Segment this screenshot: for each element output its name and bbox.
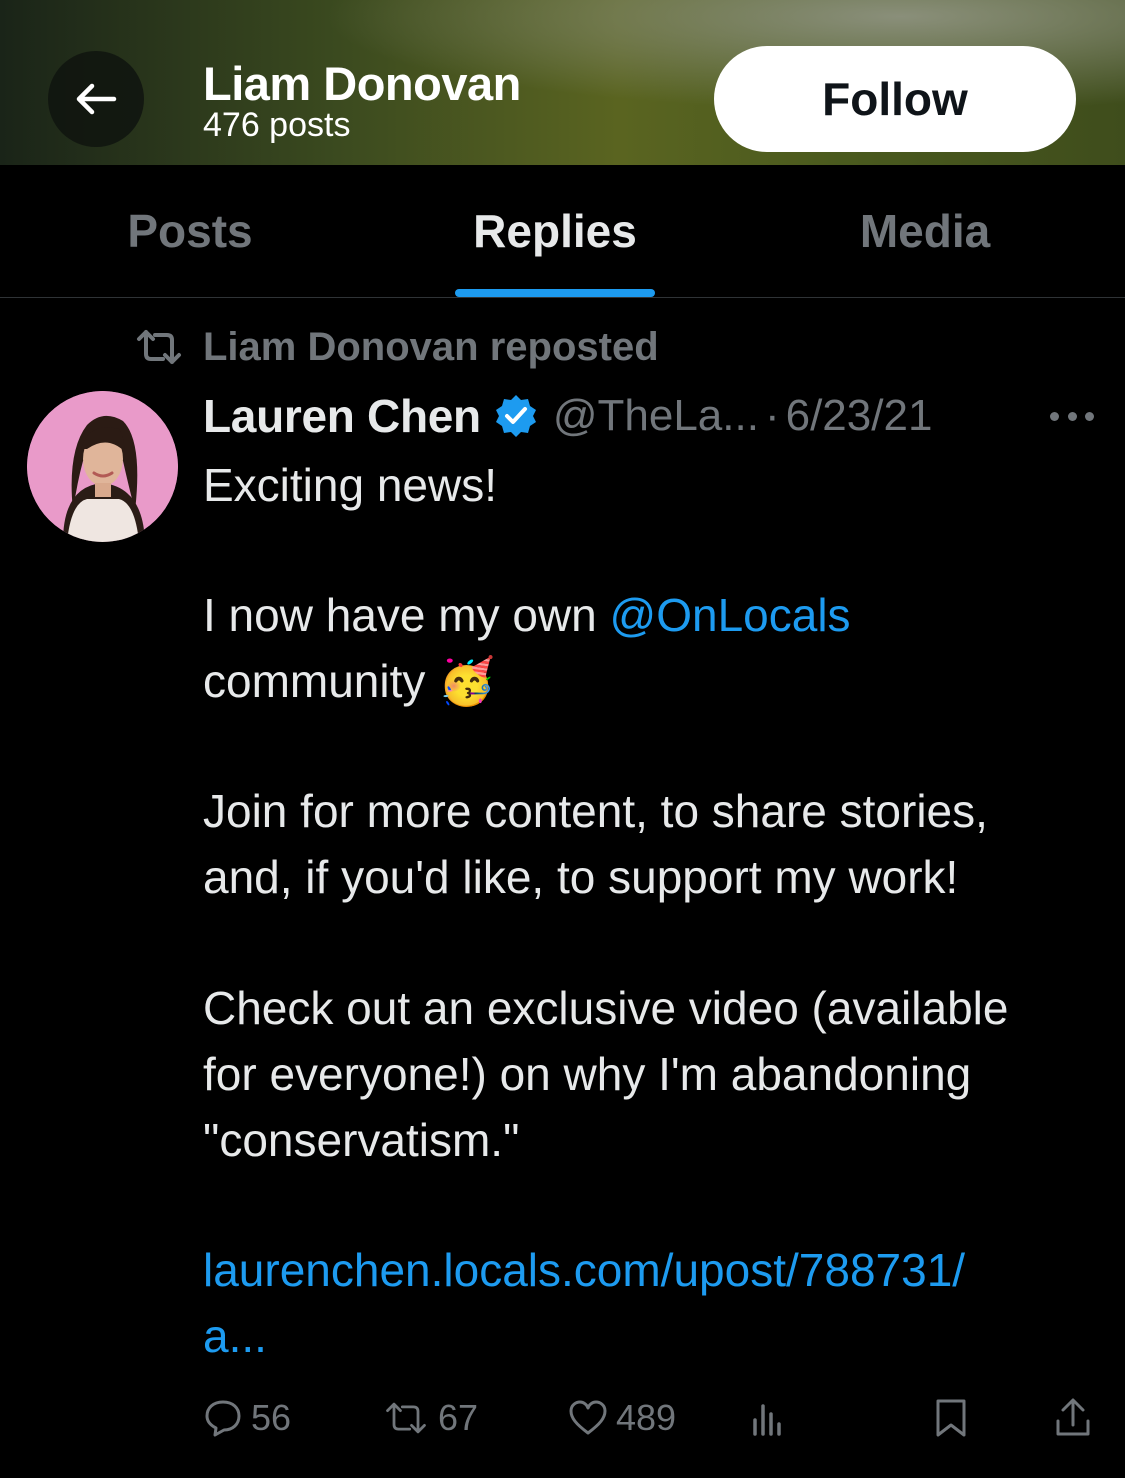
share-button[interactable] [1054, 1392, 1100, 1444]
reply-count: 56 [251, 1397, 292, 1438]
active-tab-indicator [455, 289, 655, 297]
repost-icon [386, 1402, 426, 1434]
back-button[interactable] [48, 51, 144, 147]
post-text-line: community 🥳 [203, 654, 495, 709]
post-text-line: and, if you'd like, to support my work! [203, 851, 959, 903]
post-text-line: I now have my own @OnLocals [203, 588, 851, 642]
reply-button[interactable]: 56 [203, 1392, 291, 1444]
post-actions: 56 67 489 [0, 1392, 1125, 1444]
like-icon [569, 1400, 607, 1435]
repost-count: 67 [438, 1397, 479, 1438]
external-link[interactable]: laurenchen.locals.com/upost/788731/ [203, 1243, 965, 1297]
author-handle[interactable]: @TheLa... [553, 391, 759, 441]
author-name[interactable]: Lauren Chen [203, 389, 481, 443]
post-text-line: for everyone!) on why I'm abandoning [203, 1048, 972, 1100]
post-text-line: Check out an exclusive video (available [203, 982, 1009, 1034]
posts-count: 476 posts [203, 106, 351, 144]
tab-replies[interactable]: Replies [370, 165, 740, 297]
post-date[interactable]: 6/23/21 [786, 391, 933, 441]
mention-link[interactable]: @OnLocals [610, 589, 851, 641]
party-face-emoji: 🥳 [438, 654, 496, 708]
profile-tabs: Posts Replies Media [0, 165, 1125, 298]
like-button[interactable]: 489 [568, 1392, 676, 1444]
more-icon[interactable] [1050, 396, 1094, 436]
post-text-segment: I now have my own [203, 589, 610, 641]
like-count: 489 [616, 1397, 677, 1438]
avatar-portrait-icon [27, 391, 178, 542]
follow-button[interactable]: Follow [714, 46, 1076, 152]
views-button[interactable] [750, 1392, 794, 1444]
avatar[interactable] [27, 391, 178, 542]
back-arrow-icon [76, 83, 117, 115]
profile-name: Liam Donovan [203, 57, 521, 110]
reply-icon [205, 1400, 241, 1437]
external-link-continuation[interactable]: a... [203, 1309, 267, 1363]
post-text-segment: community [203, 655, 426, 707]
repost-indicator[interactable]: Liam Donovan reposted [133, 322, 659, 372]
profile-header: Liam Donovan 476 posts Follow [0, 0, 1125, 165]
repost-icon [137, 330, 181, 364]
share-icon [1056, 1398, 1090, 1436]
post-author-row: Lauren Chen @TheLa... · 6/23/21 [203, 388, 932, 444]
tab-posts[interactable]: Posts [0, 165, 380, 297]
tab-media[interactable]: Media [740, 165, 1110, 297]
post-text-line: "conservatism." [203, 1114, 520, 1166]
bookmark-button[interactable] [933, 1392, 977, 1444]
post-text-line: Exciting news! [203, 459, 498, 511]
repost-button[interactable]: 67 [382, 1392, 478, 1444]
verified-badge-icon [495, 395, 536, 437]
views-icon [753, 1404, 781, 1436]
separator-dot: · [764, 391, 780, 440]
post-text-line: Join for more content, to share stories, [203, 785, 988, 837]
repost-label: Liam Donovan reposted [203, 324, 659, 369]
bookmark-icon [936, 1399, 966, 1437]
